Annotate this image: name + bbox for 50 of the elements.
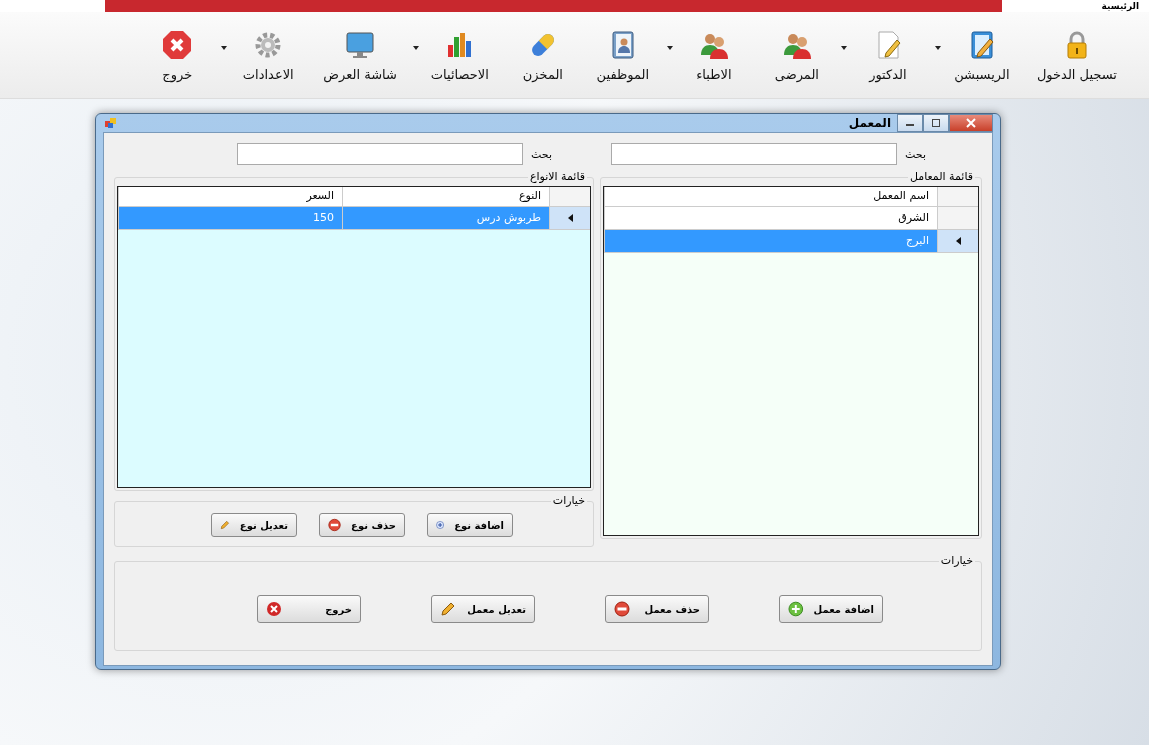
row-pointer-icon xyxy=(567,214,573,222)
toolbar-button[interactable]: الاحصائيات xyxy=(422,24,503,86)
minus-icon xyxy=(614,601,630,617)
close-icon xyxy=(966,118,976,128)
column-header[interactable]: السعر xyxy=(118,187,342,206)
group-title: قائمة الانواع xyxy=(527,170,587,183)
window-title: الرئيسية xyxy=(1101,0,1139,12)
close-icon xyxy=(161,28,194,61)
action-button[interactable]: خروج xyxy=(257,595,361,623)
group-title: قائمة المعامل xyxy=(907,170,975,183)
pencil-icon xyxy=(440,601,456,617)
action-button[interactable]: تعديل نوع xyxy=(211,513,297,537)
caret-icon[interactable] xyxy=(221,46,228,50)
toolbar-button[interactable]: المرضى xyxy=(756,24,837,86)
toolbar-button[interactable]: الدكتور xyxy=(850,24,931,86)
caret-icon[interactable] xyxy=(934,46,941,50)
toolbar-button[interactable]: تسجيل الدخول xyxy=(1024,24,1129,86)
close-button[interactable] xyxy=(949,114,993,132)
toolbar-button[interactable]: المخزن xyxy=(502,24,583,86)
action-button[interactable]: اضافة نوع xyxy=(427,513,513,537)
action-button[interactable]: حذف نوع xyxy=(319,513,405,537)
table-row[interactable]: الشرق xyxy=(604,207,978,230)
toolbar-button[interactable]: خروج xyxy=(137,24,218,86)
app-icon xyxy=(105,117,117,129)
toolbar-button[interactable]: الاطباء xyxy=(676,24,757,86)
toolbar-button[interactable]: الريسبشن xyxy=(944,24,1025,86)
window-title: المعمل xyxy=(848,116,891,130)
minimize-button[interactable] xyxy=(897,114,923,132)
action-button[interactable]: حذف معمل xyxy=(605,595,709,623)
toolbar-button[interactable]: الاعدادات xyxy=(231,24,312,86)
toolbar-button[interactable]: الموظفين xyxy=(582,24,663,86)
plus-icon xyxy=(788,601,804,617)
search-field[interactable] xyxy=(611,143,898,165)
close-icon xyxy=(266,601,282,617)
caret-icon[interactable] xyxy=(840,46,847,50)
row-pointer-icon xyxy=(955,237,961,245)
maximize-button[interactable] xyxy=(923,114,949,132)
search-label: بحث xyxy=(531,147,552,161)
column-header[interactable]: النوع xyxy=(342,187,549,206)
search-label: بحث xyxy=(905,147,926,161)
group-title: خيارات xyxy=(550,494,587,507)
toolbar-button[interactable]: شاشة العرض xyxy=(311,24,409,86)
minus-icon xyxy=(328,517,342,533)
group-title: خيارات xyxy=(938,554,975,567)
caret-icon[interactable] xyxy=(666,46,673,50)
search-field[interactable] xyxy=(237,143,524,165)
action-button[interactable]: تعديل معمل xyxy=(431,595,535,623)
action-button[interactable]: اضافة معمل xyxy=(779,595,883,623)
maximize-icon xyxy=(931,118,941,128)
caret-icon[interactable] xyxy=(412,46,419,50)
